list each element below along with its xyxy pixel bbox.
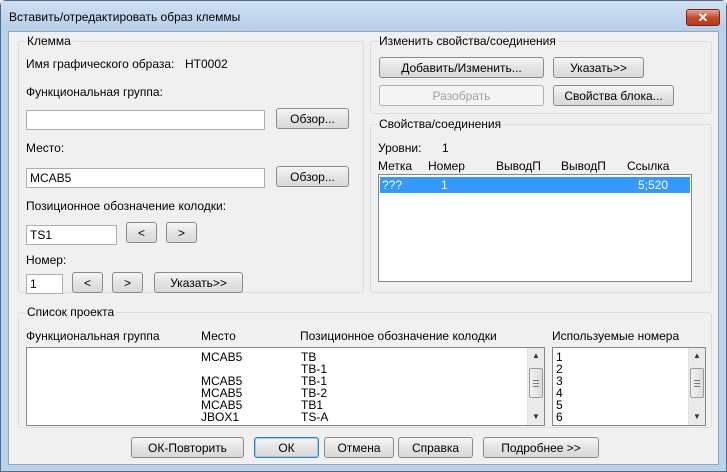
list-item-location: MCAB5 [201,350,243,364]
help-button[interactable]: Справка [398,437,473,458]
graphic-name-label: Имя графического образа: [26,57,175,71]
number-prev-button[interactable]: < [72,272,103,293]
scroll-up-icon[interactable]: ▲ [528,348,544,364]
scroll-up-icon[interactable]: ▲ [689,348,705,364]
cancel-button[interactable]: Отмена [324,437,394,458]
tag-label: Позиционное обозначение колодки: [26,199,227,213]
list-item-location: JBOX1 [201,410,240,424]
browse-location-button[interactable]: Обзор... [276,166,349,187]
close-button[interactable]: ✕ [686,9,720,26]
properties-group-title: Свойства/соединения [377,117,504,131]
location-input[interactable]: MCAB5 [26,168,265,188]
list-item-tag: TS-A [301,410,329,424]
used-number-item: 6 [556,410,563,424]
row-reference: 5;520 [638,178,669,192]
used-numbers-list[interactable]: 1 2 3 4 5 6 ▲ ▼ [552,347,706,426]
ok-repeat-button[interactable]: ОК-Повторить [131,437,244,458]
project-list-title: Список проекта [25,305,117,319]
levels-value: 1 [442,141,449,155]
used-numbers-scrollbar[interactable]: ▲ ▼ [688,348,705,425]
graphic-name-value: HT0002 [185,57,228,71]
column-tag: Позиционное обозначение колодки [300,329,497,343]
explode-button[interactable]: Разобрать [379,85,544,106]
properties-list[interactable]: ??? 1 5;520 [378,174,692,282]
tag-input[interactable]: TS1 [26,225,117,245]
title-bar[interactable]: Вставить/отредактировать образ клеммы ✕ [1,1,726,31]
terminal-group-title: Клемма [25,34,73,48]
column-label: Метка [378,159,413,173]
project-list-scrollbar[interactable]: ▲ ▼ [527,348,544,425]
properties-group: Свойства/соединения Уровни: 1 Метка Номе… [370,117,712,293]
func-group-input[interactable] [26,110,265,130]
modify-group: Изменить свойства/соединения Добавить/Из… [370,34,712,114]
add-edit-button[interactable]: Добавить/Изменить... [379,57,544,78]
project-list[interactable]: MCAB5 TB TB-1 MCAB5 TB-1 MCAB5 TB-2 MCAB… [26,347,545,426]
column-func-group: Функциональная группа [26,329,160,343]
row-number: 1 [441,178,448,192]
location-label: Место: [26,141,65,155]
func-group-label: Функциональная группа: [26,85,163,99]
scroll-down-icon[interactable]: ▼ [689,409,705,425]
details-button[interactable]: Подробнее >> [483,437,599,458]
dialog-window: Вставить/отредактировать образ клеммы ✕ … [0,0,727,472]
pick-modify-button[interactable]: Указать>> [553,57,644,78]
levels-label: Уровни: [378,141,422,155]
column-number: Номер [428,159,465,173]
window-title: Вставить/отредактировать образ клеммы [9,10,241,24]
row-label: ??? [382,178,403,192]
column-location: Место [201,329,236,343]
pick-number-button[interactable]: Указать>> [154,272,243,293]
scroll-thumb[interactable] [690,368,704,398]
column-pin-1: ВыводП [496,159,541,173]
scroll-down-icon[interactable]: ▼ [528,409,544,425]
terminal-group: Клемма Имя графического образа: HT0002 Ф… [18,34,364,294]
block-properties-button[interactable]: Свойства блока... [553,85,674,106]
dialog-body: Клемма Имя графического образа: HT0002 Ф… [8,31,719,465]
browse-func-group-button[interactable]: Обзор... [276,108,349,129]
column-used-numbers: Используемые номера [552,329,680,343]
column-reference: Ссылка [627,159,670,173]
number-next-button[interactable]: > [112,272,143,293]
number-input[interactable]: 1 [26,274,63,294]
modify-group-title: Изменить свойства/соединения [377,34,558,48]
ok-button[interactable]: ОК [254,437,319,458]
column-pin-2: ВыводП [561,159,606,173]
project-list-group: Список проекта Функциональная группа Мес… [18,305,712,428]
number-label: Номер: [26,253,67,267]
tag-prev-button[interactable]: < [126,222,157,243]
scroll-thumb[interactable] [529,368,543,398]
properties-row[interactable]: ??? 1 5;520 [380,177,690,193]
tag-next-button[interactable]: > [166,222,197,243]
